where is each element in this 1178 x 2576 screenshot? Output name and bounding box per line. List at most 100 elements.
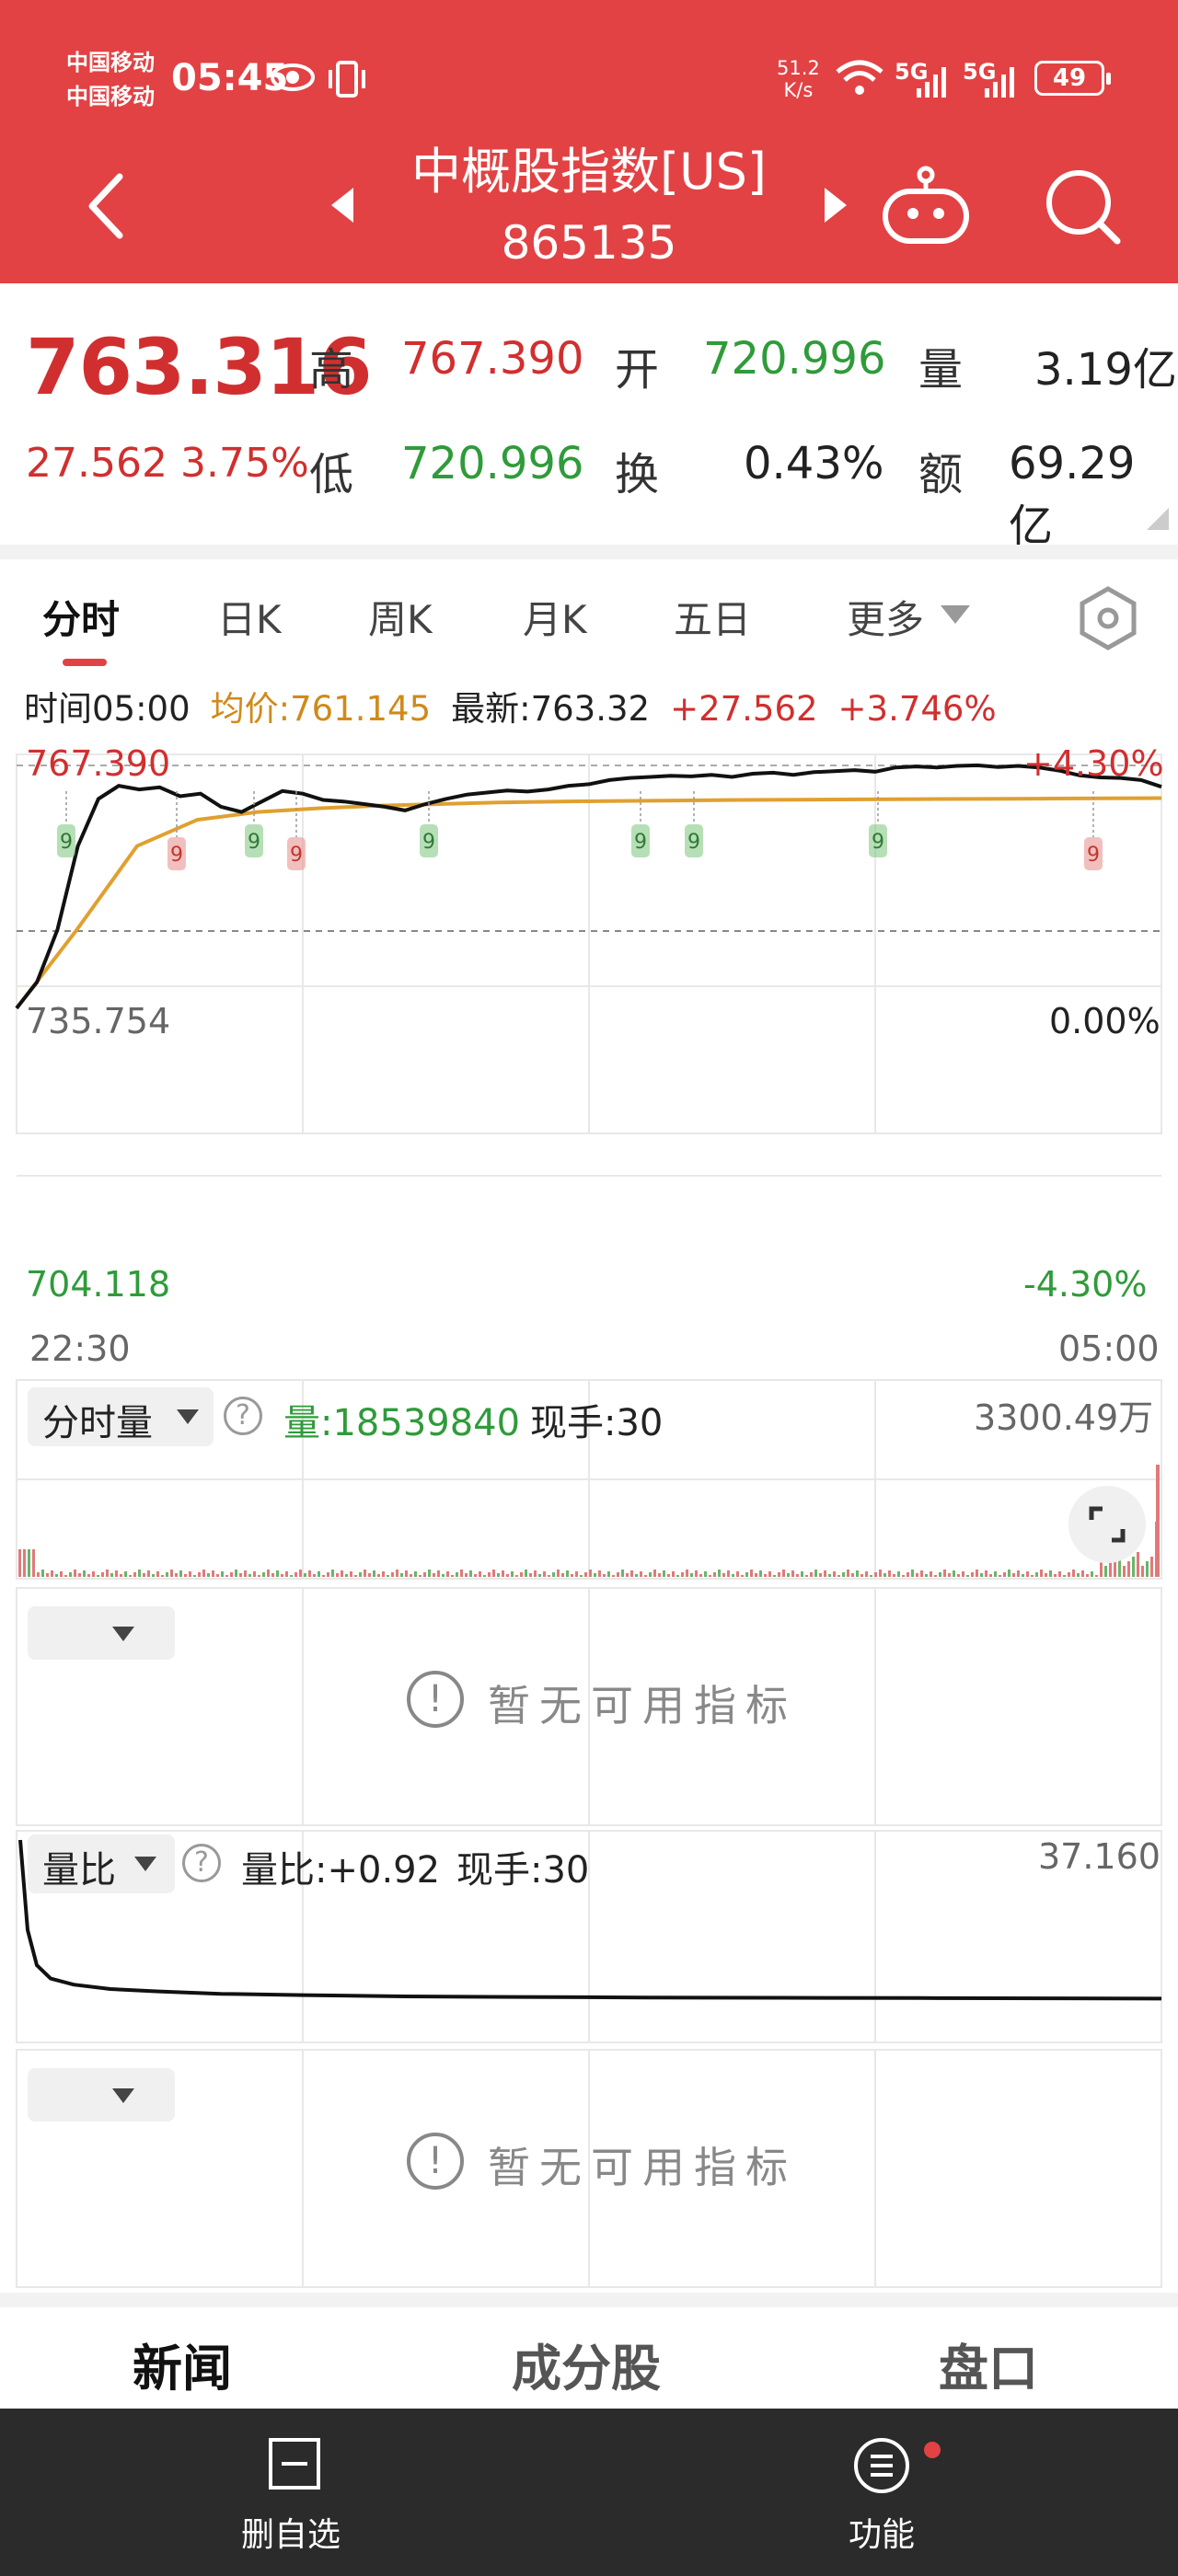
- indicator-select-1[interactable]: [28, 1606, 175, 1660]
- volume-bar: [133, 1572, 136, 1577]
- volume-bar: [902, 1575, 905, 1577]
- volume-bar: [699, 1574, 702, 1577]
- volume-bar: [64, 1575, 67, 1577]
- volume-bar: [805, 1575, 808, 1577]
- volume-bar: [525, 1570, 527, 1577]
- info-change-pct: +3.746%: [837, 689, 997, 729]
- svg-text:9: 9: [634, 831, 647, 854]
- volume-bar: [630, 1570, 633, 1577]
- volume-bar: [741, 1575, 744, 1577]
- volume-bar: [276, 1570, 279, 1577]
- volume-bar: [759, 1570, 762, 1577]
- open-label: 开: [615, 344, 660, 396]
- info-latest: 最新:763.32: [451, 689, 651, 729]
- stock-title: 中概股指数[US]: [411, 143, 767, 201]
- volume-bar: [28, 1549, 30, 1577]
- info-exclamation-icon: !: [407, 1671, 464, 1728]
- y-axis-mid: 735.754: [26, 1001, 171, 1041]
- tab-order-book[interactable]: 盘口: [939, 2328, 1038, 2400]
- y-axis-low: 704.118: [26, 1264, 171, 1305]
- x-axis-end: 05:00: [1058, 1328, 1160, 1369]
- volume-bar: [580, 1575, 583, 1577]
- volume-bar: [78, 1573, 81, 1577]
- y-axis-high-pct: +4.30%: [1023, 743, 1164, 784]
- volume-bar: [543, 1571, 546, 1577]
- volume-bar: [1081, 1570, 1084, 1577]
- volume-bar: [672, 1571, 675, 1577]
- prev-stock-icon[interactable]: [328, 186, 355, 224]
- remove-watchlist-icon[interactable]: [267, 2436, 322, 2491]
- volume-bar: [483, 1575, 486, 1577]
- volume-max: 3300.49万: [974, 1397, 1154, 1438]
- svg-text:9: 9: [248, 831, 260, 854]
- volume-bar: [437, 1570, 440, 1577]
- volume-bar: [1123, 1566, 1126, 1577]
- volume-bar: [722, 1573, 725, 1577]
- volume-bar: [571, 1574, 573, 1577]
- robot-assistant-icon[interactable]: [880, 164, 972, 247]
- volume-bar: [520, 1572, 523, 1577]
- tab-intraday[interactable]: 分时: [42, 589, 120, 645]
- fullscreen-icon[interactable]: [1066, 1483, 1149, 1566]
- volume-bar: [442, 1574, 445, 1577]
- help-icon[interactable]: ?: [182, 1844, 221, 1882]
- low-label: 低: [309, 449, 354, 500]
- volume-bar: [110, 1573, 113, 1577]
- help-icon[interactable]: ?: [224, 1397, 262, 1435]
- volume-bar: [41, 1570, 44, 1577]
- intraday-chart[interactable]: 9 9 9 9 9 9 9 9 9: [0, 736, 1178, 2300]
- volume-bar: [1095, 1575, 1098, 1577]
- volume-bar: [828, 1574, 831, 1577]
- volume-bar: [410, 1574, 412, 1577]
- volume-bar: [396, 1570, 398, 1577]
- function-menu-icon[interactable]: [852, 2436, 911, 2495]
- indicator-select-2[interactable]: [28, 2068, 175, 2122]
- more-dropdown-icon[interactable]: [939, 604, 972, 626]
- volume-bar: [327, 1572, 329, 1577]
- volume-bar: [290, 1575, 293, 1577]
- next-stock-icon[interactable]: [823, 186, 850, 224]
- volume-bar: [557, 1570, 560, 1577]
- settings-hexagon-icon[interactable]: [1075, 585, 1141, 651]
- search-icon[interactable]: [1042, 166, 1125, 248]
- volume-bar: [1058, 1571, 1061, 1577]
- volume-bar: [179, 1570, 182, 1577]
- volume-bar: [23, 1549, 26, 1577]
- network-speed: 51.2 K/s: [777, 57, 820, 101]
- amount-value: 69.29亿: [1009, 438, 1136, 552]
- expand-corner-icon[interactable]: [1145, 506, 1171, 532]
- info-exclamation-icon: !: [407, 2133, 464, 2190]
- volume-bar: [1031, 1575, 1034, 1577]
- volume-bar: [768, 1571, 771, 1577]
- volume-bar: [124, 1571, 127, 1577]
- volume-bar: [860, 1574, 863, 1577]
- tab-more[interactable]: 更多: [847, 589, 924, 645]
- turnover-value: 0.43%: [744, 438, 884, 489]
- volume-bar: [341, 1570, 343, 1577]
- tab-five-day[interactable]: 五日: [674, 589, 751, 645]
- signal-icon: [917, 67, 946, 98]
- volume-bar: [161, 1575, 164, 1577]
- volume-bar: [469, 1570, 472, 1577]
- tab-daily-k[interactable]: 日K: [217, 589, 282, 645]
- volume-bar: [373, 1570, 375, 1577]
- volume-bar: [239, 1573, 242, 1577]
- volume-bar: [764, 1574, 767, 1577]
- tab-weekly-k[interactable]: 周K: [368, 589, 433, 645]
- tab-monthly-k[interactable]: 月K: [523, 589, 587, 645]
- volume-bar: [92, 1571, 95, 1577]
- volume-bar: [138, 1570, 141, 1577]
- info-avg-price: 均价:761.145: [210, 689, 432, 729]
- volume-bar: [976, 1570, 978, 1577]
- dropdown-arrow-icon: [134, 1857, 156, 1871]
- tab-constituents[interactable]: 成分股: [512, 2328, 661, 2400]
- function-menu-label[interactable]: 功能: [849, 2508, 915, 2556]
- volume-bar: [810, 1572, 813, 1577]
- volume-bar: [874, 1572, 877, 1577]
- volume-bar: [152, 1574, 155, 1577]
- volume-bar: [1141, 1566, 1144, 1577]
- volume-bar: [870, 1575, 872, 1577]
- tab-news[interactable]: 新闻: [133, 2328, 232, 2400]
- back-arrow-icon[interactable]: [83, 171, 129, 241]
- remove-watchlist-label[interactable]: 删自选: [241, 2508, 341, 2556]
